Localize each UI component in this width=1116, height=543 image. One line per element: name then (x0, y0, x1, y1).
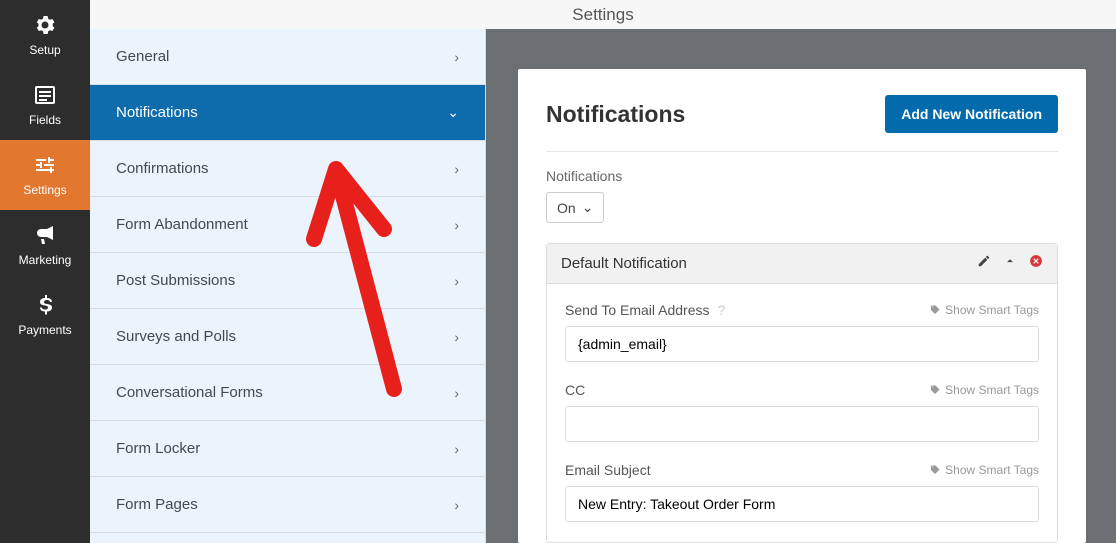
chevron-right-icon: › (454, 497, 459, 513)
iconbar-settings[interactable]: Settings (0, 140, 90, 210)
iconbar-label: Marketing (19, 253, 72, 267)
submenu-label: Post Submissions (116, 272, 235, 289)
iconbar-fields[interactable]: Fields (0, 70, 90, 140)
iconbar-payments[interactable]: Payments (0, 280, 90, 350)
submenu-confirmations[interactable]: Confirmations › (90, 141, 485, 197)
chevron-right-icon: › (454, 441, 459, 457)
chevron-right-icon: › (454, 161, 459, 177)
submenu-label: General (116, 48, 169, 65)
toggle-value: On (557, 200, 576, 216)
chevron-down-icon: ⌄ (582, 199, 594, 216)
chevron-right-icon: › (454, 329, 459, 345)
page-title: Settings (572, 5, 633, 25)
iconbar-setup[interactable]: Setup (0, 0, 90, 70)
iconbar-marketing[interactable]: Marketing (0, 210, 90, 280)
edit-icon[interactable] (977, 254, 991, 273)
submenu-label: Surveys and Polls (116, 328, 236, 345)
cc-label: CC (565, 382, 585, 398)
settings-submenu: General › Notifications ⌄ Confirmations › F… (90, 29, 486, 543)
submenu-label: Conversational Forms (116, 384, 263, 401)
iconbar: Setup Fields Settings Marketing Payments (0, 0, 90, 543)
submenu-notifications[interactable]: Notifications ⌄ (90, 85, 485, 141)
panel-title: Notifications (546, 101, 685, 128)
show-smart-tags[interactable]: Show Smart Tags (929, 383, 1039, 397)
sliders-icon (33, 153, 57, 177)
help-icon[interactable]: ? (718, 302, 726, 318)
notification-block: Default Notification Send To Email Addre… (546, 243, 1058, 543)
iconbar-label: Fields (29, 113, 61, 127)
chevron-right-icon: › (454, 217, 459, 233)
iconbar-label: Settings (23, 183, 66, 197)
settings-panel: Notifications Add New Notification Notif… (486, 29, 1116, 543)
page-header: Settings (90, 0, 1116, 29)
subject-input[interactable] (565, 486, 1039, 522)
submenu-label: Confirmations (116, 160, 209, 177)
bullhorn-icon (33, 223, 57, 247)
chevron-right-icon: › (454, 385, 459, 401)
subject-label: Email Subject (565, 462, 651, 478)
chevron-down-icon: ⌄ (447, 104, 459, 121)
collapse-icon[interactable] (1003, 254, 1017, 273)
iconbar-label: Payments (18, 323, 71, 337)
submenu-label: Form Pages (116, 496, 198, 513)
delete-icon[interactable] (1029, 254, 1043, 273)
add-notification-button[interactable]: Add New Notification (885, 95, 1058, 133)
submenu-label: Form Abandonment (116, 216, 248, 233)
submenu-form-locker[interactable]: Form Locker › (90, 421, 485, 477)
cc-input[interactable] (565, 406, 1039, 442)
notification-title: Default Notification (561, 255, 965, 272)
iconbar-label: Setup (29, 43, 60, 57)
submenu-form-abandonment[interactable]: Form Abandonment › (90, 197, 485, 253)
submenu-conversational-forms[interactable]: Conversational Forms › (90, 365, 485, 421)
submenu-surveys-polls[interactable]: Surveys and Polls › (90, 309, 485, 365)
show-smart-tags[interactable]: Show Smart Tags (929, 303, 1039, 317)
send-to-label: Send To Email Address? (565, 302, 725, 318)
submenu-general[interactable]: General › (90, 29, 485, 85)
list-icon (33, 83, 57, 107)
submenu-label: Form Locker (116, 440, 200, 457)
submenu-form-pages[interactable]: Form Pages › (90, 477, 485, 533)
dollar-icon (33, 293, 57, 317)
submenu-post-submissions[interactable]: Post Submissions › (90, 253, 485, 309)
submenu-label: Notifications (116, 104, 198, 121)
chevron-right-icon: › (454, 49, 459, 65)
show-smart-tags[interactable]: Show Smart Tags (929, 463, 1039, 477)
chevron-right-icon: › (454, 273, 459, 289)
send-to-input[interactable] (565, 326, 1039, 362)
notifications-toggle[interactable]: On ⌄ (546, 192, 604, 223)
toggle-label: Notifications (546, 168, 1058, 184)
gear-icon (33, 13, 57, 37)
